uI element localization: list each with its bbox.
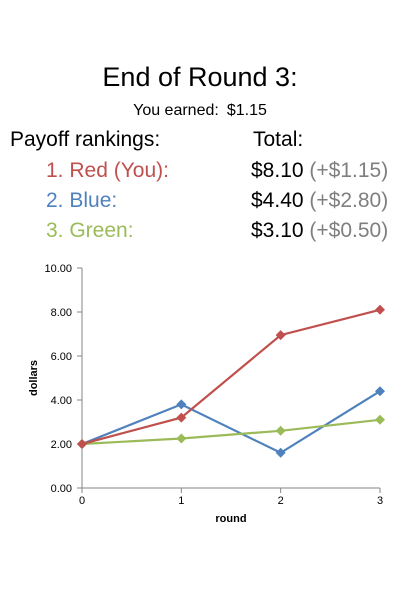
data-point <box>375 304 385 315</box>
data-point <box>375 386 385 397</box>
y-tick-label: 10.00 <box>44 263 72 275</box>
data-point <box>176 433 187 444</box>
rank-total-blue: $4.40 (+$2.80) <box>251 189 388 213</box>
delta-value: (+$0.50) <box>309 219 389 242</box>
total-value: $8.10 <box>251 159 304 182</box>
y-tick-label: 2.00 <box>51 439 72 451</box>
earned-line: You earned: $1.15 <box>0 102 400 120</box>
delta-value: (+$1.15) <box>309 159 389 182</box>
y-tick-label: 8.00 <box>51 307 72 319</box>
x-tick-label: 3 <box>377 495 383 507</box>
series-0 <box>77 386 385 458</box>
data-point <box>77 439 87 449</box>
total-value: $3.10 <box>251 219 304 242</box>
rank-total-green: $3.10 (+$0.50) <box>251 219 388 243</box>
rank-total-red: $8.10 (+$1.15) <box>251 159 388 183</box>
x-tick-label: 0 <box>79 495 85 507</box>
data-point <box>375 414 385 425</box>
data-point <box>176 399 187 410</box>
rank-label-green: 3. Green: <box>46 219 134 242</box>
y-tick-label: 4.00 <box>51 395 72 407</box>
y-tick-label: 0.00 <box>51 483 72 495</box>
earned-value: $1.15 <box>226 102 267 119</box>
x-tick-label: 1 <box>178 495 184 507</box>
payoff-line-chart: 0.00 2.00 4.00 6.00 8.00 10.00 0 1 2 3 round dollar… <box>28 263 385 525</box>
delta-value: (+$2.80) <box>309 189 389 212</box>
data-point <box>275 447 286 458</box>
rankings-heading: Payoff rankings: <box>10 128 161 151</box>
series-line <box>81 390 381 455</box>
round-title: End of Round 3: <box>102 62 298 92</box>
total-heading: Total: <box>253 128 304 151</box>
x-axis-title: round <box>215 513 246 525</box>
rank-label-blue: 2. Blue: <box>46 189 118 212</box>
rank-label-red: 1. Red (You): <box>46 159 169 182</box>
earned-label: You earned: <box>133 102 219 119</box>
y-axis-title: dollars <box>28 360 40 396</box>
series-1 <box>77 414 385 449</box>
y-tick-label: 6.00 <box>51 351 72 363</box>
x-tick-label: 2 <box>278 495 284 507</box>
total-value: $4.40 <box>251 189 304 212</box>
data-point <box>275 425 286 436</box>
